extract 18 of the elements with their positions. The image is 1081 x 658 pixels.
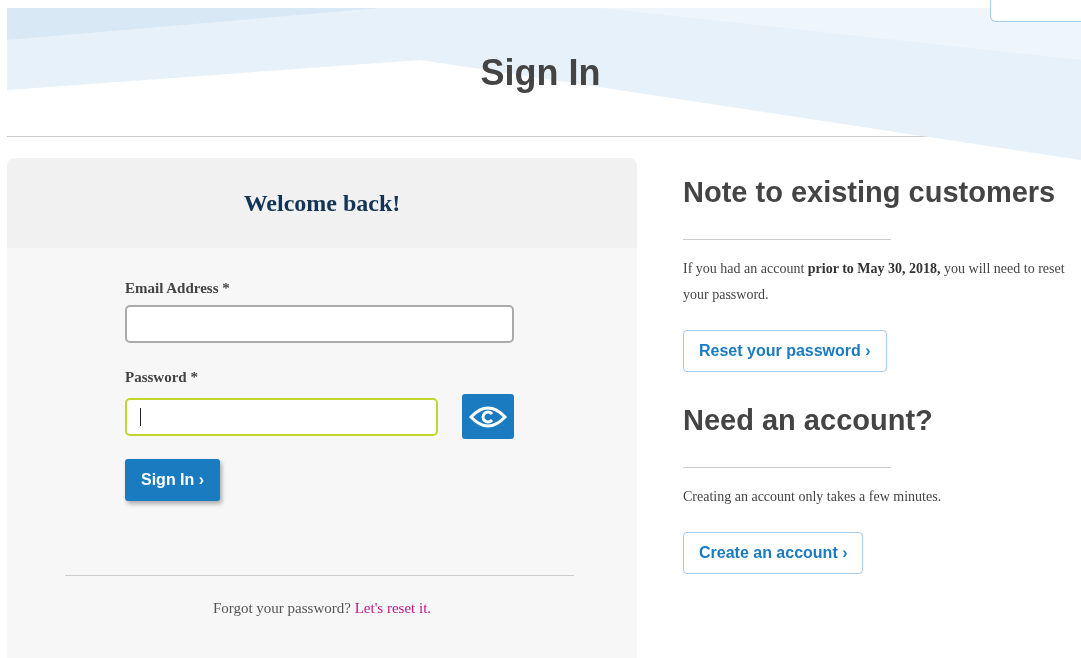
section-button[interactable]: Create an account › xyxy=(683,532,864,574)
page-title: Sign In xyxy=(480,52,601,94)
field-label: Email Address * xyxy=(125,280,231,297)
eye-icon xyxy=(469,404,507,429)
reset-link[interactable]: Let's reset it. xyxy=(354,600,432,616)
forgot-password-text: Forgot your password? xyxy=(212,600,351,616)
section-heading: Note to existing customers xyxy=(683,176,1057,209)
input-field[interactable] xyxy=(125,397,438,436)
header-button[interactable] xyxy=(990,0,1081,22)
show-password-button[interactable] xyxy=(462,394,514,439)
input-field[interactable] xyxy=(125,305,514,343)
section-button[interactable]: Reset your password › xyxy=(683,330,887,372)
section-heading: Need an account? xyxy=(683,404,934,437)
section-text: Creating an account only takes a few minutes. xyxy=(683,488,943,506)
card-heading: Welcome back! xyxy=(243,189,401,217)
section-text: If you had an account prior to May 30, 2018, you will need to reset your password. xyxy=(683,260,1066,304)
sign-in-button[interactable]: Sign In › xyxy=(125,459,221,501)
field-label: Password * xyxy=(125,369,199,386)
